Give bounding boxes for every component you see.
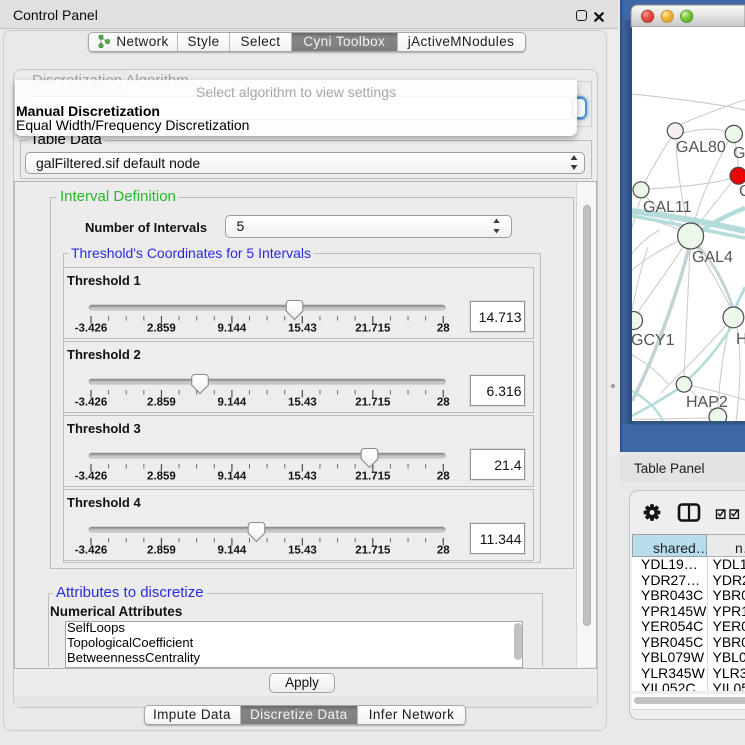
svg-text:-3.426: -3.426 bbox=[75, 545, 108, 557]
svg-text:28: 28 bbox=[437, 323, 450, 335]
svg-text:-3.426: -3.426 bbox=[75, 323, 108, 335]
svg-text:21.715: 21.715 bbox=[355, 471, 391, 483]
svg-text:2.859: 2.859 bbox=[147, 323, 176, 335]
svg-text:15.43: 15.43 bbox=[288, 323, 317, 335]
svg-text:21.715: 21.715 bbox=[355, 397, 391, 409]
svg-text:28: 28 bbox=[437, 545, 450, 557]
svg-text:15.43: 15.43 bbox=[288, 397, 317, 409]
svg-text:2.859: 2.859 bbox=[147, 397, 176, 409]
svg-text:GAL11: GAL11 bbox=[643, 199, 692, 216]
svg-text:9.144: 9.144 bbox=[218, 545, 247, 557]
svg-text:15.43: 15.43 bbox=[288, 545, 317, 557]
svg-text:28: 28 bbox=[437, 471, 450, 483]
svg-text:GAL80: GAL80 bbox=[676, 139, 726, 156]
svg-text:GAL4: GAL4 bbox=[692, 249, 733, 266]
svg-text:GCY1: GCY1 bbox=[631, 332, 675, 349]
svg-text:15.43: 15.43 bbox=[288, 471, 317, 483]
svg-text:HAP2: HAP2 bbox=[686, 394, 728, 411]
svg-text:9.144: 9.144 bbox=[218, 323, 247, 335]
svg-text:GAL: GAL bbox=[733, 145, 745, 162]
svg-text:21.715: 21.715 bbox=[355, 545, 391, 557]
svg-text:CY: CY bbox=[739, 183, 745, 200]
svg-text:28: 28 bbox=[437, 397, 450, 409]
svg-text:9.144: 9.144 bbox=[218, 397, 247, 409]
svg-text:21.715: 21.715 bbox=[355, 323, 391, 335]
svg-text:2.859: 2.859 bbox=[147, 545, 176, 557]
svg-text:2.859: 2.859 bbox=[147, 471, 176, 483]
svg-text:-3.426: -3.426 bbox=[75, 471, 108, 483]
svg-text:-3.426: -3.426 bbox=[75, 397, 108, 409]
svg-text:HI: HI bbox=[736, 331, 745, 348]
svg-text:9.144: 9.144 bbox=[218, 471, 247, 483]
